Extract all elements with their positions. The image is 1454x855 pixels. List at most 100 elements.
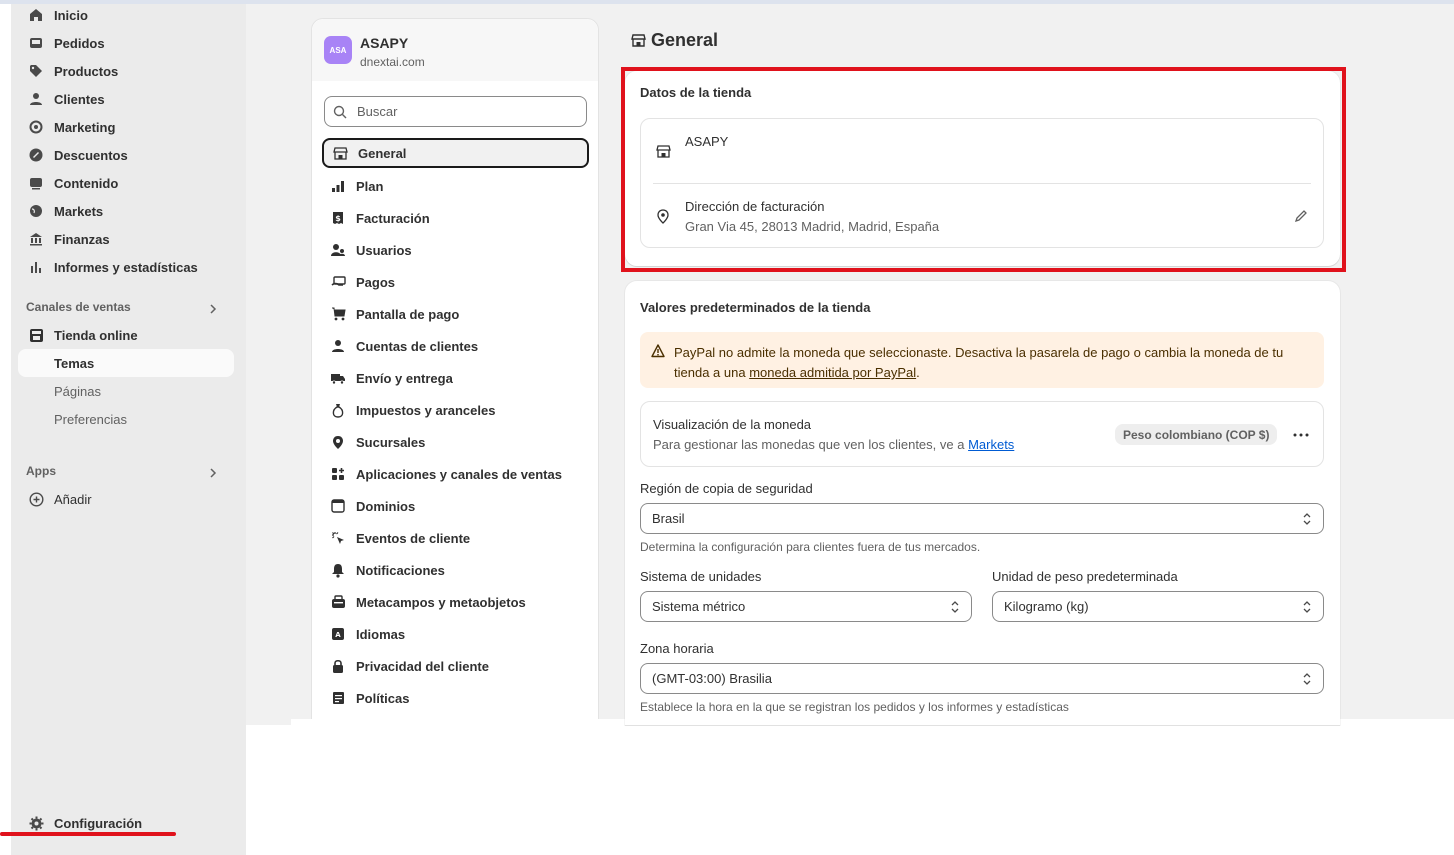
markets-link[interactable]: Markets [968,437,1014,452]
search-input[interactable] [357,104,557,119]
paypal-currency-link[interactable]: moneda admitida por PayPal [749,365,916,380]
blank-area [291,719,1454,855]
lock-icon [330,658,346,674]
nav-item-informes[interactable]: Informes y estadísticas [18,254,234,280]
nav-label: Markets [54,203,104,219]
person-icon [28,91,44,107]
settings-search[interactable] [324,96,587,127]
timezone-select[interactable]: (GMT-03:00) Brasilia [640,663,1324,694]
units-select[interactable]: Sistema métrico [640,591,972,622]
backup-region-label: Región de copia de seguridad [640,481,813,496]
select-value: Sistema métrico [652,599,746,614]
settings-item-dominios[interactable]: Dominios [322,491,589,521]
chevron-right-icon[interactable] [207,467,219,479]
settings-item-notificaciones[interactable]: Notificaciones [322,555,589,585]
nav-item-clientes[interactable]: Clientes [18,86,234,112]
backup-region-help: Determina la configuración para clientes… [640,540,981,554]
plan-icon [330,178,346,194]
settings-item-label: Pagos [356,274,396,290]
cart-icon [330,306,346,322]
store-header[interactable]: ASA ASAPY dnextai.com [312,19,598,81]
paypal-warning-banner: PayPal no admite la moneda que seleccion… [640,332,1324,388]
nav-label: Contenido [54,175,119,191]
settings-panel: ASA ASAPY dnextai.com General Plan $ Fac… [311,18,599,724]
settings-item-label: Notificaciones [356,562,445,578]
settings-item-usuarios[interactable]: Usuarios [322,235,589,265]
store-icon [332,145,348,161]
weight-select[interactable]: Kilogramo (kg) [992,591,1324,622]
plus-circle-icon [28,491,44,507]
home-icon [28,7,44,23]
nav-item-markets[interactable]: Markets [18,198,234,224]
metafields-icon [330,594,346,610]
nav-label: Informes y estadísticas [54,259,198,275]
cursor-click-icon [330,530,346,546]
nav-item-finanzas[interactable]: Finanzas [18,226,234,252]
currency-subtitle: Para gestionar las monedas que ven los c… [653,437,1014,452]
nav-item-tienda-online[interactable]: Tienda online [18,322,234,348]
backup-region-select[interactable]: Brasil [640,503,1324,534]
nav-sub-preferencias[interactable]: Preferencias [54,412,127,427]
nav-item-configuracion[interactable]: Configuración [29,816,142,831]
settings-item-envio[interactable]: Envío y entrega [322,363,589,393]
nav-label: Descuentos [54,147,128,163]
settings-item-impuestos[interactable]: Impuestos y aranceles [322,395,589,425]
nav-item-pedidos[interactable]: Pedidos [18,30,234,56]
nav-item-anadir[interactable]: Añadir [18,486,234,512]
settings-item-label: Cuentas de clientes [356,338,479,354]
weight-label: Unidad de peso predeterminada [992,569,1178,584]
content-icon [28,175,44,191]
settings-label: Configuración [54,816,143,831]
bank-icon [28,231,44,247]
apps-heading[interactable]: Apps [26,464,56,478]
settings-item-label: Políticas [356,690,410,706]
settings-item-pagos[interactable]: Pagos [322,267,589,297]
nav-item-descuentos[interactable]: Descuentos [18,142,234,168]
nav-label: Pedidos [54,35,105,51]
settings-item-metacampos[interactable]: Metacampos y metaobjetos [322,587,589,617]
nav-sub-paginas[interactable]: Páginas [54,384,101,399]
tag-icon [28,63,44,79]
person-icon [330,338,346,354]
target-icon [28,119,44,135]
nav-label: Añadir [54,491,92,507]
settings-item-privacidad[interactable]: Privacidad del cliente [322,651,589,681]
chevron-right-icon[interactable] [207,303,219,315]
select-caret-icon [1301,672,1313,686]
units-label: Sistema de unidades [640,569,762,584]
nav-item-inicio[interactable]: Inicio [18,2,234,28]
settings-item-pantalla-de-pago[interactable]: Pantalla de pago [322,299,589,329]
nav-item-productos[interactable]: Productos [18,58,234,84]
settings-item-facturacion[interactable]: $ Facturación [322,203,589,233]
settings-item-sucursales[interactable]: Sucursales [322,427,589,457]
sales-channels-heading[interactable]: Canales de ventas [26,300,131,314]
document-icon [330,690,346,706]
settings-item-politicas[interactable]: Políticas [322,683,589,713]
store-icon [631,33,646,48]
settings-item-idiomas[interactable]: A Idiomas [322,619,589,649]
admin-sidebar: Inicio Pedidos Productos Clientes Market… [11,4,246,855]
currency-badge: Peso colombiano (COP $) [1115,424,1278,445]
more-options-icon[interactable] [1293,433,1309,437]
store-domain: dnextai.com [360,55,425,69]
settings-item-label: Metacampos y metaobjetos [356,594,526,610]
store-name: ASAPY [360,35,409,51]
select-caret-icon [1301,600,1313,614]
warning-text: PayPal no admite la moneda que seleccion… [674,343,1314,383]
nav-sub-temas[interactable]: Temas [18,349,234,377]
location-pin-icon [330,434,346,450]
gear-icon [29,816,44,831]
settings-item-general[interactable]: General [322,138,589,168]
settings-item-label: Pantalla de pago [356,306,460,322]
warning-end: . [916,365,920,380]
settings-item-plan[interactable]: Plan [322,171,589,201]
nav-label: Temas [54,355,95,371]
avatar: ASA [324,36,352,64]
nav-label: Productos [54,63,119,79]
settings-item-eventos[interactable]: Eventos de cliente [322,523,589,553]
settings-item-cuentas-de-clientes[interactable]: Cuentas de clientes [322,331,589,361]
settings-item-aplicaciones[interactable]: Aplicaciones y canales de ventas [322,459,589,489]
nav-item-marketing[interactable]: Marketing [18,114,234,140]
red-annotation-box [621,67,1346,272]
nav-item-contenido[interactable]: Contenido [18,170,234,196]
